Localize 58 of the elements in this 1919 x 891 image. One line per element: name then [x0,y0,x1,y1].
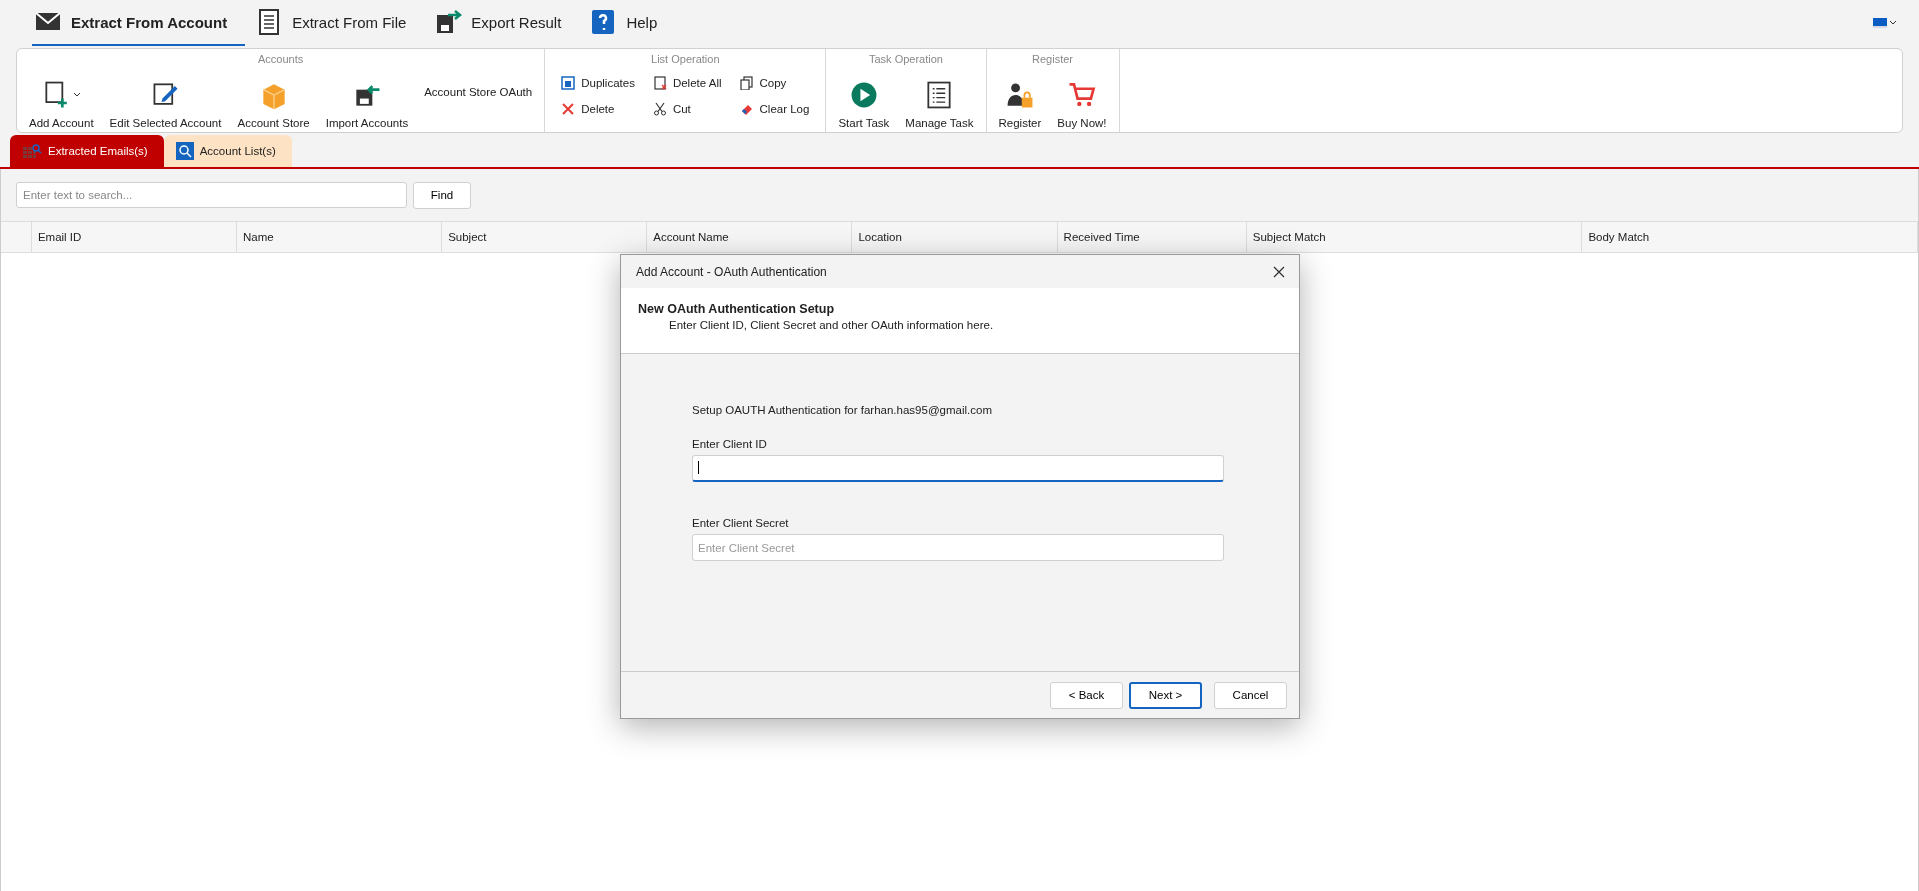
nav-tab[interactable]: Export Result [432,0,580,46]
group-title: List Operation [650,52,721,67]
dialog-button[interactable]: Next > [1129,681,1202,709]
dialog-subheading: Enter Client ID, Client Secret and other OAuth information here. [668,319,994,331]
search-field[interactable]: Enter text to search... [16,182,407,208]
chevron-down-icon[interactable] [1889,20,1897,26]
find-button[interactable]: Find [413,181,471,209]
flag-icon[interactable] [1873,18,1887,28]
nav-tab[interactable]: Help [587,0,676,46]
input-field[interactable]: Enter Client Secret [692,534,1224,561]
column-header[interactable]: Email ID [37,231,82,243]
scissors-icon [652,102,667,116]
ribbon-button[interactable]: Buy Now! [1051,73,1113,129]
ribbon-button[interactable]: Account Store OAuth [418,73,539,129]
save-arrow-icon [434,8,463,36]
caret-icon [73,92,82,98]
close-icon [1273,265,1285,278]
ribbon-button[interactable]: Delete All [648,74,726,92]
input-field[interactable] [692,455,1224,482]
column-header[interactable]: Location [858,231,902,243]
group-title: Register [1031,52,1074,67]
intro-text: Setup OAUTH Authentication for farhan.has95@gmail.com [692,404,992,416]
column-header[interactable]: Body Match [1588,231,1650,243]
ribbon-button[interactable]: Clear Log [735,100,814,118]
duplicates-icon [561,76,576,90]
search-icon [175,142,194,160]
nav-tab[interactable]: Extract From File [253,0,425,46]
ribbon-button[interactable]: Edit Selected Account [103,73,228,129]
column-header[interactable]: Account Name [653,231,729,243]
column-header[interactable]: Subject [448,231,487,243]
ribbon-button[interactable]: Register [992,73,1048,129]
delete-icon [561,102,576,116]
ribbon-button[interactable]: Import Accounts [319,73,415,129]
ribbon-button[interactable]: Manage Task [899,73,980,129]
group-title: Task Operation [867,52,944,67]
nav-tab[interactable]: Extract From Account [32,0,246,46]
dialog-title: Add Account - OAuth Authentication [636,264,827,279]
tab[interactable]: Account List(s) [163,135,292,167]
ribbon-button[interactable]: Copy [735,74,814,92]
ribbon-button[interactable]: Add Account [23,73,100,129]
grid-search-icon [22,143,42,159]
delete-page-icon [652,76,667,90]
tab[interactable]: Extracted Emails(s) [10,135,164,167]
dialog-button[interactable]: Cancel [1214,681,1287,709]
copy-icon [739,76,754,90]
group-title: Accounts [257,52,305,67]
ribbon-button[interactable]: Account Store [231,73,316,129]
field-label: Enter Client Secret [692,517,789,529]
dialog-button[interactable]: < Back [1050,681,1123,709]
ribbon-button[interactable]: Start Task [832,73,896,129]
ribbon-button[interactable]: Delete [557,100,639,118]
ribbon-button[interactable]: Cut [648,100,726,118]
field-label: Enter Client ID [692,438,767,450]
ribbon-button[interactable]: Duplicates [557,74,639,92]
column-header[interactable]: Subject Match [1252,231,1326,243]
column-header[interactable]: Received Time [1063,231,1140,243]
column-header[interactable]: Name [243,231,274,243]
dialog-heading: New OAuth Authentication Setup [638,302,835,316]
